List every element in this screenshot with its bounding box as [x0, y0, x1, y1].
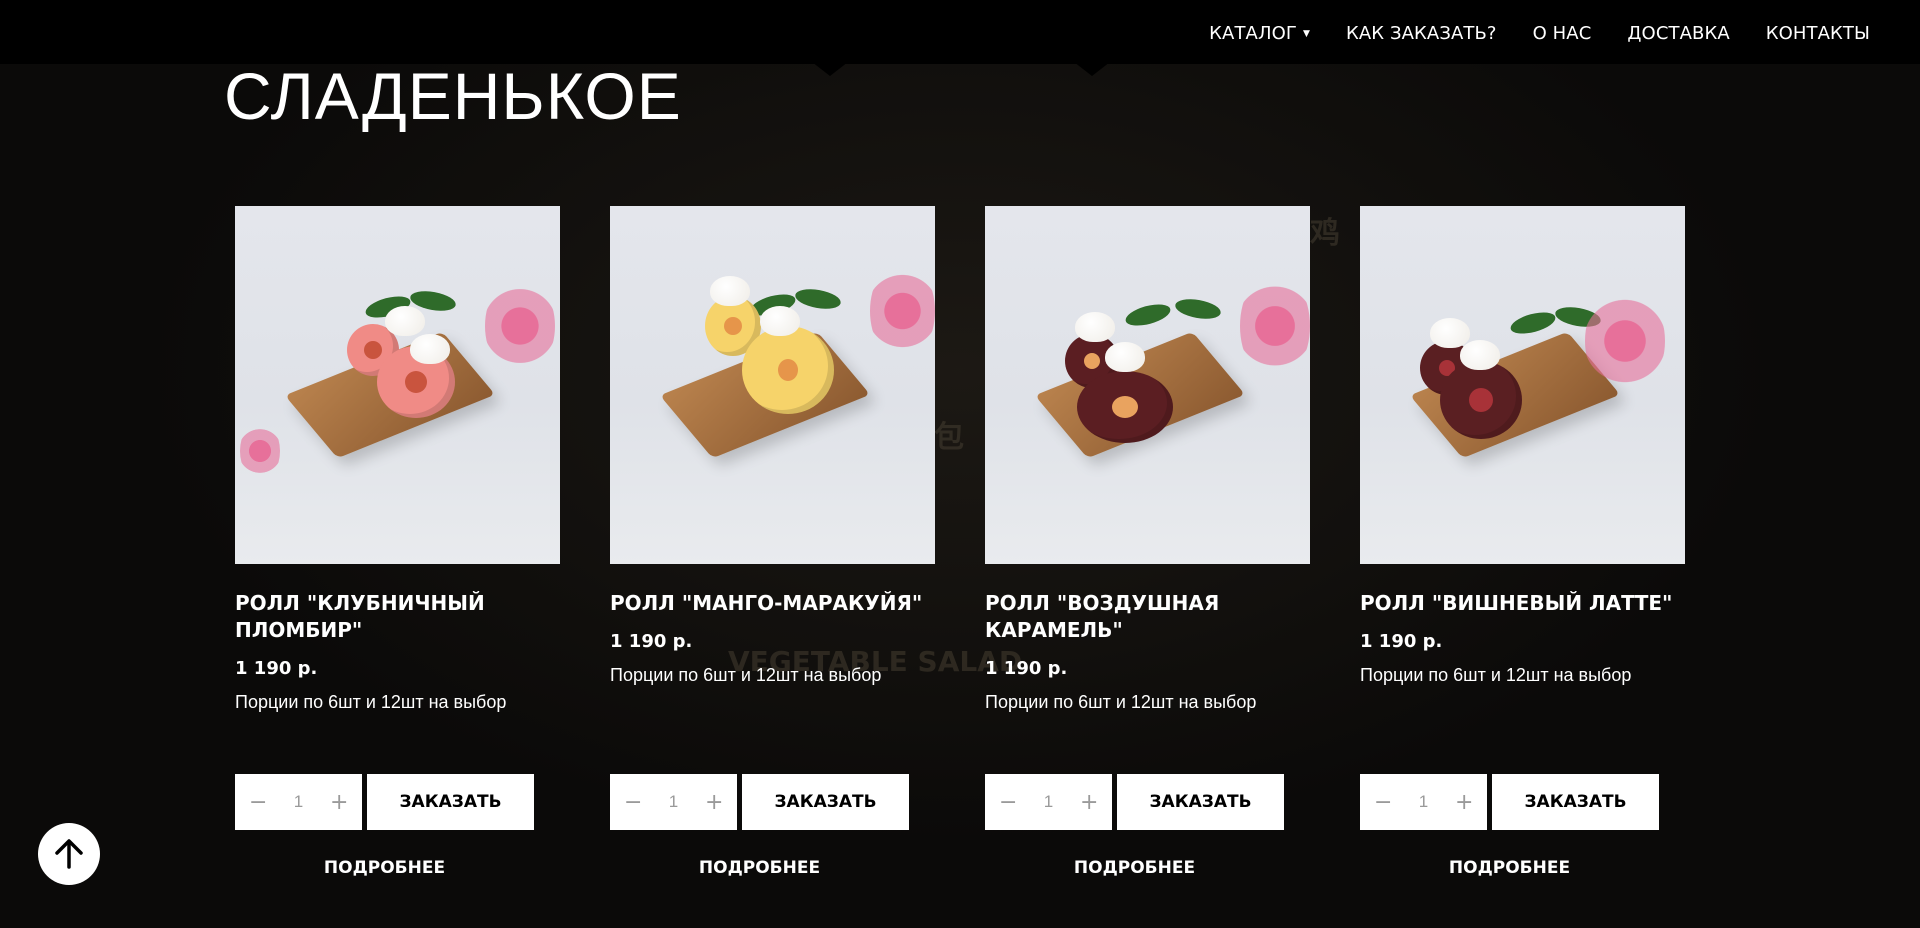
image-roll-core: [1469, 388, 1493, 412]
nav-item-how-to-order[interactable]: КАК ЗАКАЗАТЬ?: [1346, 23, 1497, 44]
product-price: 1 190 р.: [985, 658, 1068, 679]
image-flowers: [870, 261, 935, 361]
nav-item-label: ДОСТАВКА: [1627, 22, 1730, 44]
header-notch: [1074, 62, 1110, 76]
product-description: Порции по 6шт и 12шт на выбор: [985, 692, 1257, 712]
order-button[interactable]: ЗАКАЗАТЬ: [367, 774, 534, 830]
minus-button[interactable]: −: [624, 790, 642, 815]
product-description: Порции по 6шт и 12шт на выбор: [235, 692, 507, 712]
more-details-link[interactable]: ПОДРОБНЕЕ: [235, 858, 534, 878]
image-cream: [1430, 318, 1470, 348]
image-flowers: [1240, 271, 1310, 381]
image-flowers: [1585, 286, 1665, 396]
product-actions: − 1 + ЗАКАЗАТЬ: [610, 774, 909, 830]
image-roll-core: [778, 359, 798, 381]
arrow-up-icon: [55, 839, 83, 869]
plus-button[interactable]: +: [1080, 790, 1098, 815]
image-roll-core: [364, 341, 382, 359]
minus-button[interactable]: −: [1374, 790, 1392, 815]
minus-button[interactable]: −: [249, 790, 267, 815]
header-notch: [812, 62, 848, 76]
product-description: Порции по 6шт и 12шт на выбор: [610, 665, 882, 685]
product-name[interactable]: РОЛЛ "ВИШНЕВЫЙ ЛАТТЕ": [1360, 590, 1685, 617]
product-actions: − 1 + ЗАКАЗАТЬ: [235, 774, 534, 830]
image-roll: [1077, 371, 1173, 443]
quantity-value[interactable]: 1: [669, 792, 678, 812]
product-price: 1 190 р.: [610, 631, 693, 652]
nav-item-label: КОНТАКТЫ: [1765, 22, 1870, 44]
top-navigation-bar: КАТАЛОГ ▼ КАК ЗАКАЗАТЬ? О НАС ДОСТАВКА К…: [0, 0, 1920, 76]
product-card: РОЛЛ "КЛУБНИЧНЫЙ ПЛОМБИР" 1 190 р. Порци…: [235, 206, 560, 896]
product-actions: − 1 + ЗАКАЗАТЬ: [1360, 774, 1659, 830]
image-cream: [1105, 342, 1145, 372]
product-actions: − 1 + ЗАКАЗАТЬ: [985, 774, 1284, 830]
product-grid: РОЛЛ "КЛУБНИЧНЫЙ ПЛОМБИР" 1 190 р. Порци…: [235, 206, 1685, 896]
plus-button[interactable]: +: [1455, 790, 1473, 815]
image-flowers: [240, 421, 280, 481]
nav-item-contacts[interactable]: КОНТАКТЫ: [1766, 23, 1870, 44]
order-button[interactable]: ЗАКАЗАТЬ: [742, 774, 909, 830]
product-card: РОЛЛ "ВОЗДУШНАЯ КАРАМЕЛЬ" 1 190 р. Порци…: [985, 206, 1310, 896]
quantity-value[interactable]: 1: [1044, 792, 1053, 812]
image-roll: [742, 326, 834, 414]
order-button[interactable]: ЗАКАЗАТЬ: [1492, 774, 1659, 830]
quantity-stepper: − 1 +: [235, 774, 362, 830]
caret-down-icon: ▼: [1302, 29, 1310, 39]
product-name[interactable]: РОЛЛ "КЛУБНИЧНЫЙ ПЛОМБИР": [235, 590, 560, 644]
image-roll-core: [1084, 353, 1100, 369]
image-roll-core: [405, 371, 427, 393]
nav-item-label: КАТАЛОГ: [1209, 22, 1297, 44]
nav-item-delivery[interactable]: ДОСТАВКА: [1627, 23, 1729, 44]
quantity-value[interactable]: 1: [1419, 792, 1428, 812]
more-details-link[interactable]: ПОДРОБНЕЕ: [985, 858, 1284, 878]
product-price: 1 190 р.: [1360, 631, 1443, 652]
minus-button[interactable]: −: [999, 790, 1017, 815]
image-roll-core: [1112, 396, 1138, 418]
image-flowers: [485, 276, 555, 376]
main-menu: КАТАЛОГ ▼ КАК ЗАКАЗАТЬ? О НАС ДОСТАВКА К…: [1209, 0, 1870, 66]
nav-item-catalog[interactable]: КАТАЛОГ ▼: [1209, 23, 1310, 44]
quantity-value[interactable]: 1: [294, 792, 303, 812]
product-image[interactable]: [985, 206, 1310, 564]
product-image[interactable]: [610, 206, 935, 564]
product-price: 1 190 р.: [235, 658, 318, 679]
image-cream: [410, 334, 450, 364]
image-cream: [385, 306, 425, 336]
image-roll-core: [724, 317, 742, 335]
image-cream: [1075, 312, 1115, 342]
product-image[interactable]: [1360, 206, 1685, 564]
quantity-stepper: − 1 +: [1360, 774, 1487, 830]
image-cream: [710, 276, 750, 306]
product-image[interactable]: [235, 206, 560, 564]
more-details-link[interactable]: ПОДРОБНЕЕ: [610, 858, 909, 878]
nav-item-label: КАК ЗАКАЗАТЬ?: [1345, 22, 1497, 44]
image-roll: [1440, 361, 1522, 439]
section-title: СЛАДЕНЬКОЕ: [224, 59, 682, 133]
image-cream: [1460, 340, 1500, 370]
product-card: РОЛЛ "МАНГО-МАРАКУЙЯ" 1 190 р. Порции по…: [610, 206, 935, 896]
scroll-to-top-button[interactable]: [38, 823, 100, 885]
plus-button[interactable]: +: [330, 790, 348, 815]
nav-item-label: О НАС: [1532, 22, 1592, 44]
product-card: РОЛЛ "ВИШНЕВЫЙ ЛАТТЕ" 1 190 р. Порции по…: [1360, 206, 1685, 896]
product-name[interactable]: РОЛЛ "МАНГО-МАРАКУЙЯ": [610, 590, 935, 617]
product-description: Порции по 6шт и 12шт на выбор: [1360, 665, 1632, 685]
plus-button[interactable]: +: [705, 790, 723, 815]
quantity-stepper: − 1 +: [610, 774, 737, 830]
more-details-link[interactable]: ПОДРОБНЕЕ: [1360, 858, 1659, 878]
order-button[interactable]: ЗАКАЗАТЬ: [1117, 774, 1284, 830]
quantity-stepper: − 1 +: [985, 774, 1112, 830]
nav-item-about[interactable]: О НАС: [1533, 23, 1592, 44]
image-cream: [760, 306, 800, 336]
product-name[interactable]: РОЛЛ "ВОЗДУШНАЯ КАРАМЕЛЬ": [985, 590, 1310, 644]
